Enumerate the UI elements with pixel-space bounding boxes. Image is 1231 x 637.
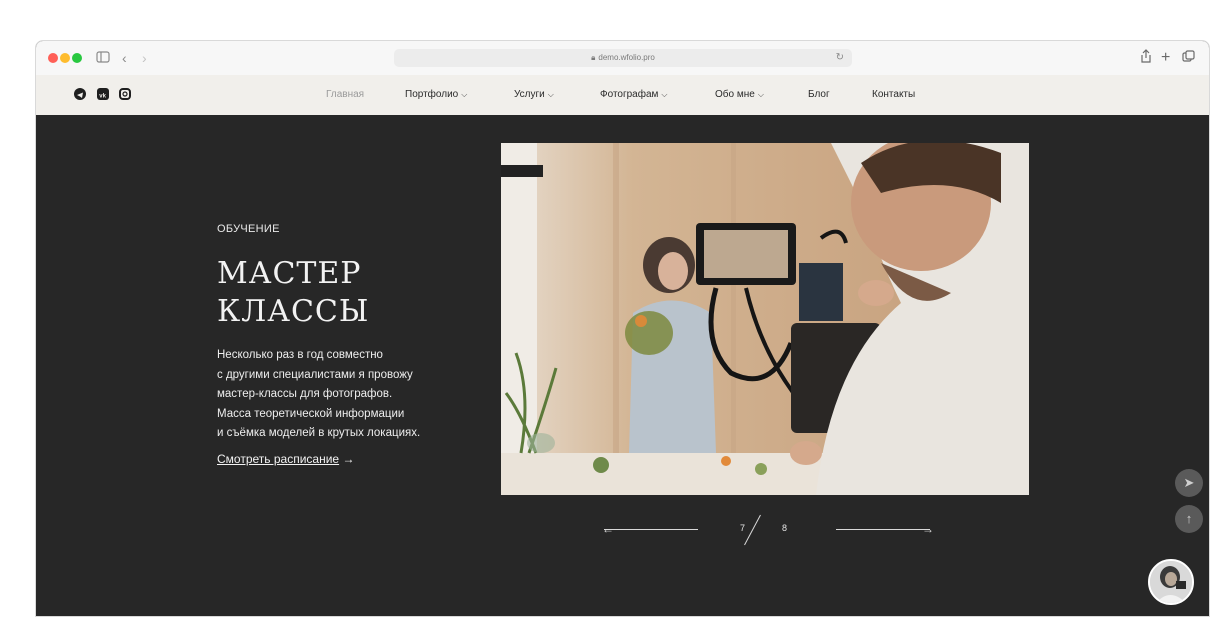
description-line: и съёмка моделей в крутых локациях. — [217, 427, 421, 439]
chevron-down-icon: ⌵ — [461, 90, 468, 99]
description-line: Несколько раз в год совместно — [217, 349, 383, 361]
minimize-window-button[interactable] — [60, 53, 70, 63]
nav-home-label: Главная — [326, 89, 365, 100]
description-line: Масса теоретической информации — [217, 407, 405, 420]
chevron-down-icon: ⌵ — [661, 90, 668, 99]
nav-services[interactable]: Услуги ⌵ — [514, 75, 554, 115]
description-line: мастер-классы для фотографов. — [217, 388, 393, 400]
nav-for-photographers-label: Фотографам — [600, 89, 659, 100]
share-icon[interactable] — [1140, 49, 1152, 67]
nav-services-label: Услуги — [514, 89, 545, 100]
instagram-icon[interactable] — [119, 88, 131, 100]
paper-plane-icon: ➤ — [1183, 475, 1195, 490]
nav-contacts[interactable]: Контакты — [872, 75, 915, 115]
arrow-right-icon: → — [342, 452, 355, 466]
description-line: с другими специалистами я провожу — [217, 368, 413, 381]
send-message-button[interactable]: ➤ — [1175, 469, 1203, 497]
nav-contacts-label: Контакты — [872, 89, 916, 100]
title-line-1: МАСТЕР — [217, 256, 362, 291]
next-arrow-head-icon: → — [922, 522, 934, 536]
avatar-image — [1150, 561, 1192, 603]
sidebar-toggle-icon[interactable] — [96, 49, 110, 67]
lock-icon: 🔒︎ — [591, 53, 596, 62]
close-window-button[interactable] — [48, 53, 58, 63]
svg-text:vk: vk — [99, 94, 106, 100]
reload-icon[interactable]: ↻ — [836, 49, 844, 67]
nav-home[interactable]: Главная — [326, 75, 364, 115]
site-navbar: vk Главная Портфолио ⌵ Услуги ⌵ Фотографам… — [36, 75, 1209, 115]
slide-photo[interactable] — [501, 143, 1029, 495]
view-schedule-link[interactable]: Смотреть расписание → — [217, 452, 354, 466]
new-tab-icon[interactable]: + — [1161, 49, 1170, 67]
pager-divider — [744, 514, 761, 546]
section-eyebrow: ОБУЧЕНИЕ — [217, 223, 280, 235]
nav-portfolio-label: Портфолио — [405, 89, 459, 100]
chevron-down-icon: ⌵ — [757, 90, 764, 99]
nav-about-label: Обо мне — [715, 89, 755, 100]
hero-description: Несколько раз в год совместно с другими … — [217, 346, 477, 444]
nav-blog-label: Блог — [808, 89, 830, 100]
nav-for-photographers[interactable]: Фотографам ⌵ — [600, 75, 668, 115]
next-slide-button[interactable] — [836, 529, 930, 530]
title-line-2: КЛАССЫ — [217, 294, 370, 329]
telegram-icon[interactable] — [74, 88, 86, 100]
forward-icon[interactable]: › — [142, 49, 147, 67]
browser-titlebar: ‹ › 🔒︎ demo.wfolio.pro ↻ + — [36, 41, 1209, 75]
prev-slide-button[interactable] — [604, 529, 698, 530]
maximize-window-button[interactable] — [72, 53, 82, 63]
tabs-overview-icon[interactable] — [1182, 49, 1195, 67]
address-bar[interactable]: 🔒︎ demo.wfolio.pro ↻ — [394, 49, 852, 67]
back-icon[interactable]: ‹ — [122, 49, 127, 67]
page-title: МАСТЕР КЛАССЫ — [217, 255, 477, 331]
photo-illustration — [501, 143, 1029, 495]
slider-pager: ← 7 8 → — [596, 514, 936, 546]
view-schedule-label: Смотреть расписание — [217, 452, 340, 466]
hero-section: ОБУЧЕНИЕ МАСТЕР КЛАССЫ Несколько раз в г… — [36, 115, 1209, 616]
nav-portfolio[interactable]: Портфолио ⌵ — [405, 75, 467, 115]
chevron-down-icon: ⌵ — [547, 90, 554, 99]
nav-about[interactable]: Обо мне ⌵ — [715, 75, 764, 115]
url-text: demo.wfolio.pro — [598, 53, 655, 62]
avatar[interactable] — [1148, 559, 1194, 605]
scroll-to-top-button[interactable]: ↑ — [1175, 505, 1203, 533]
vk-icon[interactable]: vk — [97, 88, 109, 100]
arrow-up-icon: ↑ — [1185, 511, 1193, 526]
current-slide-number: 7 — [740, 523, 746, 533]
browser-window: ‹ › 🔒︎ demo.wfolio.pro ↻ + vk Главная Пор… — [35, 40, 1210, 617]
total-slides-number: 8 — [782, 523, 788, 533]
nav-blog[interactable]: Блог — [808, 75, 830, 115]
